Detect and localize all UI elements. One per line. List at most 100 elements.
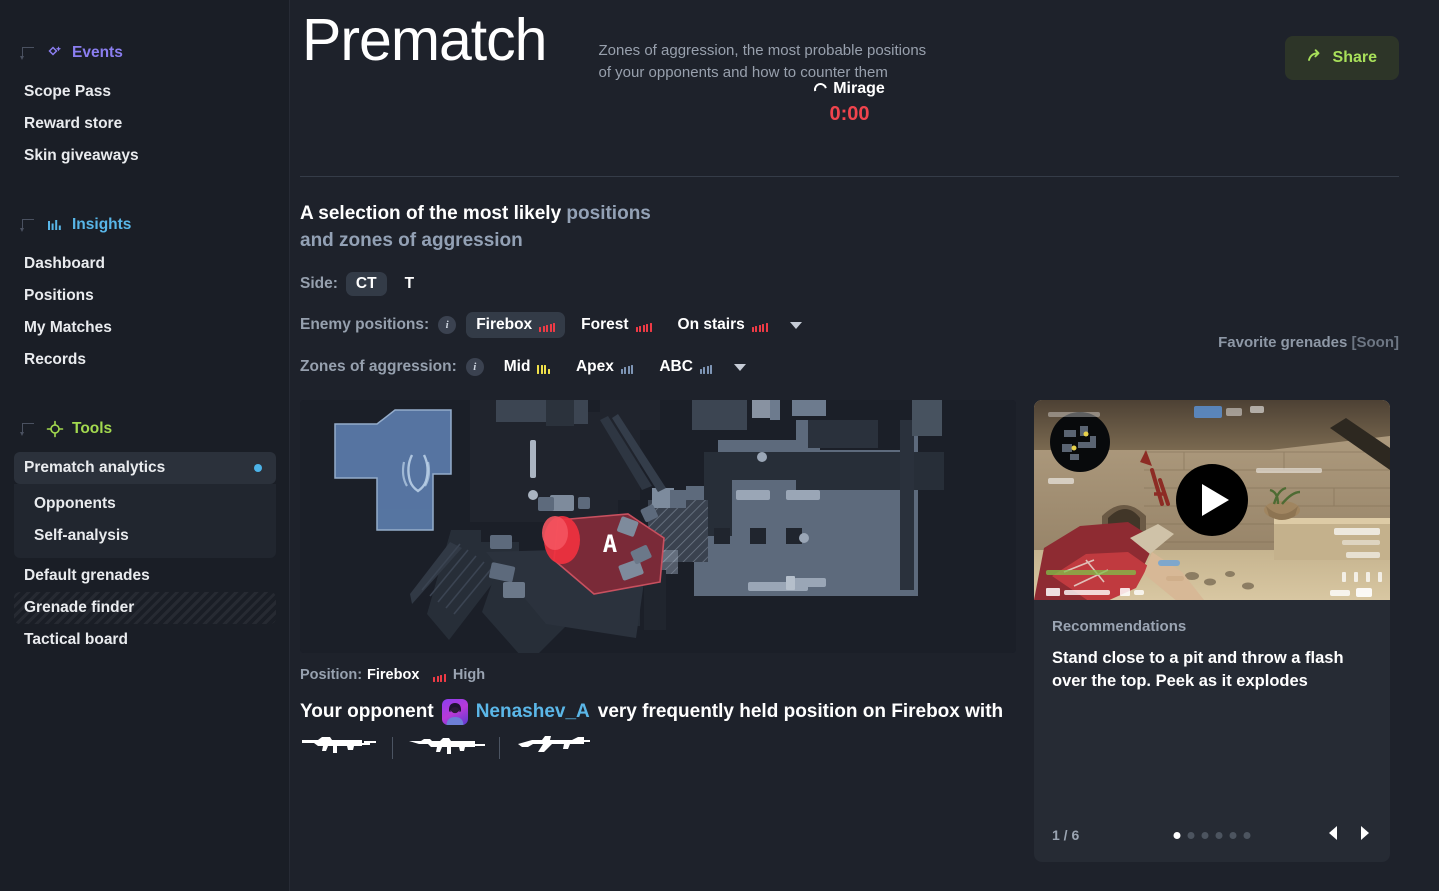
enemy-position-chip-on-stairs[interactable]: On stairs xyxy=(668,312,778,338)
opponent-name[interactable]: Nenashev_A xyxy=(476,697,590,727)
map-radar[interactable]: A xyxy=(300,400,1016,653)
sidebar-item-label: Positions xyxy=(24,287,94,304)
status-dot-icon xyxy=(254,464,262,472)
sidebar: Events Scope Pass Reward store Skin give… xyxy=(0,0,290,891)
sidebar-item-dashboard[interactable]: Dashboard xyxy=(14,248,276,280)
selection-title-dim-1: positions xyxy=(566,203,651,224)
carousel-dots[interactable] xyxy=(1173,831,1251,839)
play-button[interactable] xyxy=(1176,464,1248,536)
play-icon xyxy=(1201,484,1229,516)
soon-badge: [Soon] xyxy=(1351,334,1399,351)
sidebar-section-events[interactable]: Events xyxy=(14,38,276,68)
selection-title-bold: A selection of the most likely xyxy=(300,203,567,224)
main-content: Prematch Zones of aggression, the most p… xyxy=(290,0,1439,891)
chevron-right-icon[interactable] xyxy=(1358,825,1372,846)
zones-label: Zones of aggression: xyxy=(300,358,457,375)
divider xyxy=(499,736,500,759)
position-label: Position: xyxy=(300,667,363,683)
sidebar-item-skin-giveaways[interactable]: Skin giveaways xyxy=(14,140,276,172)
sidebar-item-label: My Matches xyxy=(24,319,112,336)
carousel-pager: 1 / 6 xyxy=(1034,808,1390,862)
match-timer: 0:00 xyxy=(829,103,870,125)
favorite-grenades-text: Favorite grenades xyxy=(1218,334,1352,351)
ak47-icon xyxy=(514,733,592,762)
sidebar-section-insights[interactable]: Insights xyxy=(14,210,276,240)
sidebar-item-positions[interactable]: Positions xyxy=(14,280,276,312)
sidebar-item-records[interactable]: Records xyxy=(14,344,276,376)
enemy-position-chip-firebox[interactable]: Firebox xyxy=(466,312,566,338)
sidebar-item-label: Reward store xyxy=(24,115,123,132)
sidebar-item-reward-store[interactable]: Reward store xyxy=(14,108,276,140)
zone-chip-mid[interactable]: Mid xyxy=(494,354,560,380)
sidebar-item-default-grenades[interactable]: Default grenades xyxy=(14,560,276,592)
video-thumbnail[interactable] xyxy=(1034,400,1390,600)
sidebar-item-label: Dashboard xyxy=(24,255,105,272)
sidebar-item-label: Tactical board xyxy=(24,631,128,648)
panels-row: A Position: Firebox High Your opponent N… xyxy=(300,400,1399,862)
crosshair-icon xyxy=(46,420,64,438)
side-toggle-row: Side: CT T xyxy=(300,272,1399,296)
share-button[interactable]: Share xyxy=(1284,36,1399,80)
sidebar-section-label: Tools xyxy=(72,420,113,437)
chevron-down-icon[interactable] xyxy=(789,321,802,329)
chip-label: Mid xyxy=(503,358,531,375)
recommendations-label: Recommendations xyxy=(1052,618,1187,635)
recommendation-body: Recommendations Stand close to a pit and… xyxy=(1034,600,1390,808)
weapons-row xyxy=(300,733,1016,762)
sidebar-item-tactical-board[interactable]: Tactical board xyxy=(14,624,276,656)
intensity-bars-icon xyxy=(751,319,768,332)
divider xyxy=(392,736,393,759)
share-button-label: Share xyxy=(1332,49,1377,66)
side-option-ct[interactable]: CT xyxy=(345,272,387,296)
chip-label: On stairs xyxy=(677,316,745,333)
sidebar-item-grenade-finder[interactable]: Grenade finder xyxy=(14,592,276,624)
m4a1-s-icon xyxy=(300,733,378,762)
content-area: A selection of the most likely positions… xyxy=(300,200,1399,862)
sidebar-item-opponents[interactable]: Opponents xyxy=(14,488,276,520)
sidebar-item-my-matches[interactable]: My Matches xyxy=(14,312,276,344)
opponent-prefix: Your opponent xyxy=(300,701,434,722)
recommendation-text: Stand close to a pit and throw a flash o… xyxy=(1052,649,1344,690)
pager-count: 1 / 6 xyxy=(1052,827,1080,843)
sidebar-item-scope-pass[interactable]: Scope Pass xyxy=(14,76,276,108)
page-title: Prematch xyxy=(302,7,547,73)
chevron-down-icon[interactable] xyxy=(734,363,747,371)
intensity-bars-icon xyxy=(539,319,556,332)
zone-chip-abc[interactable]: ABC xyxy=(649,354,722,380)
intensity-bars-icon xyxy=(433,669,446,682)
opponent-suffix: very frequently held position on Firebox… xyxy=(597,701,1004,722)
info-icon[interactable]: i xyxy=(438,316,457,334)
share-arrow-icon xyxy=(1307,47,1324,69)
sidebar-item-self-analysis[interactable]: Self-analysis xyxy=(14,520,276,552)
m4a4-icon xyxy=(407,733,485,762)
chevron-left-icon[interactable] xyxy=(1326,825,1340,846)
header: Prematch Zones of aggression, the most p… xyxy=(300,0,1399,84)
sidebar-section-label: Events xyxy=(72,44,123,61)
tree-connector-icon xyxy=(20,219,36,232)
enemy-position-chip-forest[interactable]: Forest xyxy=(571,312,661,338)
sidebar-item-label: Records xyxy=(24,351,87,368)
spinner-icon xyxy=(811,80,830,98)
sidebar-item-prematch-analytics[interactable]: Prematch analytics xyxy=(14,452,276,484)
chip-label: Firebox xyxy=(476,316,533,333)
info-icon[interactable]: i xyxy=(465,358,484,376)
chip-label: Forest xyxy=(581,316,629,333)
sidebar-section-tools[interactable]: Tools xyxy=(14,414,276,444)
map-status-bar: Mirage 0:00 xyxy=(300,80,1399,126)
sidebar-item-label: Scope Pass xyxy=(24,83,112,100)
position-rating: High xyxy=(452,667,486,683)
selection-title: A selection of the most likely positions… xyxy=(300,200,1399,254)
intensity-bars-icon xyxy=(635,319,652,332)
recommendation-card: Recommendations Stand close to a pit and… xyxy=(1034,400,1390,862)
side-option-t[interactable]: T xyxy=(395,272,424,296)
header-divider xyxy=(300,176,1399,177)
bar-chart-icon xyxy=(46,216,64,234)
sidebar-subpanel: Opponents Self-analysis xyxy=(14,484,276,558)
zone-chip-apex[interactable]: Apex xyxy=(566,354,643,380)
intensity-bars-icon xyxy=(537,361,550,374)
sidebar-item-label: Prematch analytics xyxy=(24,459,166,476)
avatar xyxy=(441,699,468,725)
